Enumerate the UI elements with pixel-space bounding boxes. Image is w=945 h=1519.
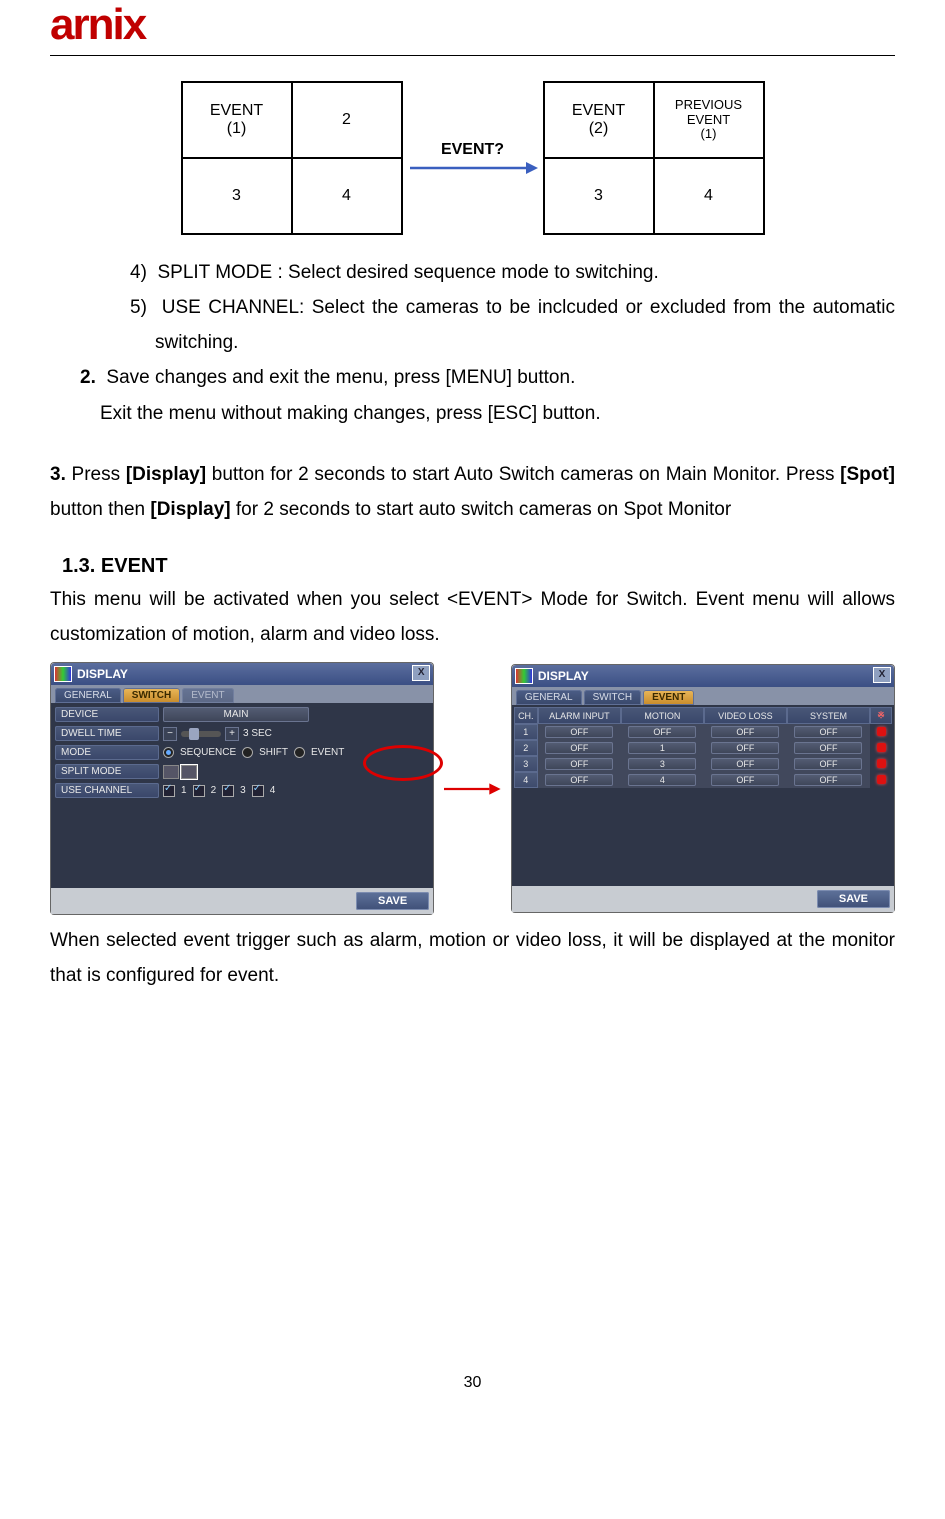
led-icon — [877, 775, 886, 784]
radio-shift[interactable] — [242, 747, 253, 758]
cell: 3 — [544, 158, 654, 234]
window-title: DISPLAY — [77, 667, 128, 681]
window-title: DISPLAY — [538, 669, 589, 683]
table-row: 1 OFF OFF OFF OFF — [514, 724, 892, 740]
cell: PREVIOUSEVENT(1) — [654, 82, 764, 158]
app-icon — [55, 667, 71, 681]
divider — [50, 55, 895, 56]
table-row: 4 OFF 4 OFF OFF — [514, 772, 892, 788]
checkbox[interactable] — [163, 785, 175, 797]
tab-general[interactable]: GENERAL — [516, 690, 582, 705]
checkbox[interactable] — [193, 785, 205, 797]
list-item: 4) SPLIT MODE : Select desired sequence … — [50, 255, 895, 290]
label-usech: USE CHANNEL — [55, 783, 159, 798]
label-dwell: DWELL TIME — [55, 726, 159, 741]
list-item: 3. Press [Display] button for 2 seconds … — [50, 457, 895, 527]
save-button[interactable]: SAVE — [356, 892, 429, 910]
slider[interactable] — [181, 731, 221, 737]
page-number: 30 — [50, 1374, 895, 1392]
event-table: CH. ALARM INPUT MOTION VIDEO LOSS SYSTEM… — [514, 707, 892, 788]
grid-right: EVENT(2) PREVIOUSEVENT(1) 3 4 — [543, 81, 765, 235]
checkbox[interactable] — [252, 785, 264, 797]
ui-screenshot-event: DISPLAY X GENERAL SWITCH EVENT CH. ALARM… — [511, 664, 895, 913]
arrow-box: EVENT? — [403, 141, 543, 175]
led-icon — [877, 759, 886, 768]
led-icon — [877, 743, 886, 752]
value-device[interactable]: MAIN — [163, 707, 309, 722]
close-icon[interactable]: X — [413, 666, 429, 680]
cell: 2 — [292, 82, 402, 158]
cell: EVENT(1) — [182, 82, 292, 158]
red-arrow-icon — [444, 781, 501, 797]
intro-text: This menu will be activated when you sel… — [50, 582, 895, 652]
checkbox[interactable] — [222, 785, 234, 797]
tab-event[interactable]: EVENT — [182, 688, 233, 703]
cell: EVENT(2) — [544, 82, 654, 158]
label-device: DEVICE — [55, 707, 159, 722]
outro-text: When selected event trigger such as alar… — [50, 923, 895, 993]
label-split: SPLIT MODE — [55, 764, 159, 779]
save-button[interactable]: SAVE — [817, 890, 890, 908]
cell: 3 — [182, 158, 292, 234]
app-icon — [516, 669, 532, 683]
minus-icon[interactable]: − — [163, 727, 177, 741]
tab-switch[interactable]: SWITCH — [584, 690, 641, 705]
plus-icon[interactable]: + — [225, 727, 239, 741]
cell: 4 — [654, 158, 764, 234]
value-dwell: 3 SEC — [243, 728, 272, 739]
label-mode: MODE — [55, 745, 159, 760]
table-row: 3 OFF 3 OFF OFF — [514, 756, 892, 772]
radio-sequence[interactable] — [163, 747, 174, 758]
close-icon[interactable]: X — [874, 668, 890, 682]
tab-event[interactable]: EVENT — [643, 690, 694, 705]
tab-switch[interactable]: SWITCH — [123, 688, 180, 703]
list-item: 5) USE CHANNEL: Select the cameras to be… — [50, 290, 895, 360]
event-diagram: EVENT(1) 2 3 4 EVENT? EVENT(2) PREVIOUSE… — [50, 81, 895, 235]
text: Exit the menu without making changes, pr… — [50, 396, 895, 431]
grid-left: EVENT(1) 2 3 4 — [181, 81, 403, 235]
cell: 4 — [292, 158, 402, 234]
table-row: 2 OFF 1 OFF OFF — [514, 740, 892, 756]
split-icon[interactable] — [163, 765, 179, 779]
ui-screenshot-switch: DISPLAY X GENERAL SWITCH EVENT DEVICE MA… — [50, 662, 434, 915]
arrow-icon — [408, 161, 538, 175]
arrow-label: EVENT? — [441, 141, 504, 159]
radio-event[interactable] — [294, 747, 305, 758]
split-icon[interactable] — [181, 765, 197, 779]
list-item: 2. Save changes and exit the menu, press… — [50, 360, 895, 395]
tab-general[interactable]: GENERAL — [55, 688, 121, 703]
led-icon — [877, 727, 886, 736]
section-heading: 1.3. EVENT — [50, 555, 895, 578]
logo: arnix — [50, 0, 895, 55]
